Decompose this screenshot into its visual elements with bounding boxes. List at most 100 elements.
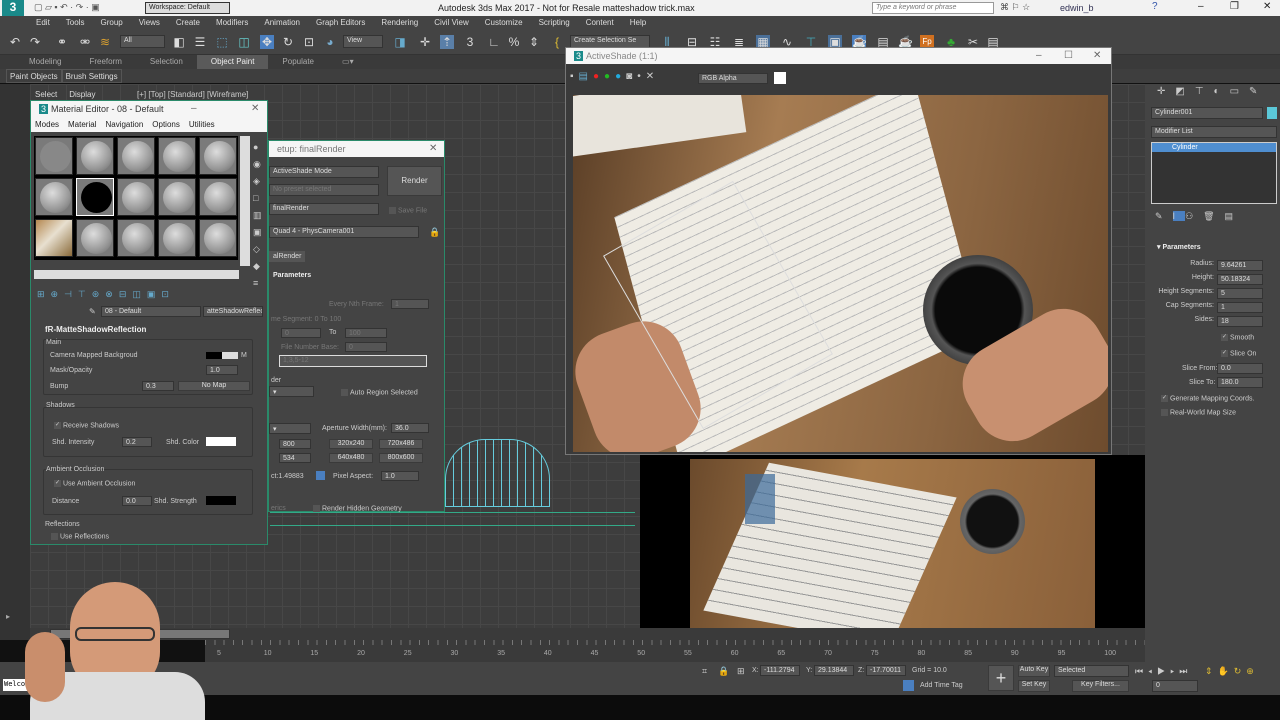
save-file-checkbox[interactable]: Save File xyxy=(389,207,427,214)
menu-content[interactable]: Content xyxy=(578,16,622,30)
copy-image-icon[interactable]: ▤ xyxy=(579,71,593,82)
every-nth-spinner[interactable]: 1 xyxy=(391,299,429,309)
output-size-dropdown[interactable]: ▾ xyxy=(269,423,311,434)
sample-slot[interactable] xyxy=(76,137,114,175)
render-button[interactable]: Render xyxy=(387,166,442,196)
x-coordinate-field[interactable]: -111.2794 xyxy=(760,665,800,676)
select-object-icon[interactable]: ◧ xyxy=(172,35,186,49)
tab-finalrender[interactable]: alRender xyxy=(269,251,306,262)
material-toolbar-icons[interactable]: ⊞⊕⊣⊤⊛⊗⊟◫▣⊡ xyxy=(37,289,175,300)
cap-segments-spinner[interactable]: 1 xyxy=(1217,302,1263,313)
keyboard-shortcut-icon[interactable]: ⇡ xyxy=(440,35,454,49)
modifier-list-dropdown[interactable]: Modifier List xyxy=(1151,126,1277,138)
restore-button[interactable]: ❐ xyxy=(1230,1,1239,12)
height-spinner[interactable]: 50.18324 xyxy=(1217,274,1263,285)
select-manipulate-icon[interactable]: ✛ xyxy=(418,35,432,49)
menu-modes[interactable]: Modes xyxy=(35,120,59,129)
sample-slot[interactable] xyxy=(158,219,196,257)
preset-800x600-button[interactable]: 800x600 xyxy=(379,453,423,463)
z-coordinate-field[interactable]: -17.70011 xyxy=(866,665,906,676)
unlink-icon[interactable]: ⚮ xyxy=(78,35,92,49)
maximize-button[interactable]: ☐ xyxy=(1064,50,1073,61)
menu-help[interactable]: Help xyxy=(622,16,654,30)
rotate-icon[interactable]: ↻ xyxy=(281,35,295,49)
menu-animation[interactable]: Animation xyxy=(256,16,308,30)
sample-slot[interactable] xyxy=(117,137,155,175)
workspace-dropdown[interactable]: Workspace: Default xyxy=(145,2,230,14)
snap-3d-icon[interactable]: 3 xyxy=(463,35,477,49)
playback-controls[interactable]: ⏮◂▶▸⏭ xyxy=(1135,666,1192,677)
sample-vertical-scrollbar[interactable] xyxy=(240,136,250,266)
key-mode-dropdown[interactable]: Selected xyxy=(1054,665,1129,677)
preset-dropdown[interactable]: No preset selected xyxy=(269,184,379,196)
app-logo-icon[interactable]: 3 xyxy=(2,0,24,16)
time-tag-icon[interactable] xyxy=(903,680,914,691)
mask-spinner[interactable]: 1.0 xyxy=(206,365,238,375)
bump-spinner[interactable]: 0.3 xyxy=(142,381,174,391)
pixel-aspect-spinner[interactable]: 1.0 xyxy=(381,471,419,481)
select-tab[interactable]: Select xyxy=(35,90,57,99)
slice-to-spinner[interactable]: 180.0 xyxy=(1217,377,1263,388)
menu-tools[interactable]: Tools xyxy=(58,16,93,30)
rollout-title[interactable]: Parameters xyxy=(273,272,311,279)
strength-color-swatch[interactable] xyxy=(206,496,236,505)
slice-on-checkbox[interactable]: ✓ Slice On xyxy=(1221,350,1256,357)
menu-edit[interactable]: Edit xyxy=(28,16,58,30)
preset-720x486-button[interactable]: 720x486 xyxy=(379,439,423,449)
sides-spinner[interactable]: 18 xyxy=(1217,316,1263,327)
auto-key-button[interactable]: Auto Key xyxy=(1018,665,1050,677)
width-spinner[interactable]: 800 xyxy=(279,439,311,449)
current-frame-spinner[interactable]: 0 xyxy=(1152,680,1198,692)
brush-settings-panel[interactable]: Brush Settings xyxy=(61,69,122,83)
from-spinner[interactable]: 0 xyxy=(281,328,321,338)
sample-slot[interactable] xyxy=(158,178,196,216)
radius-spinner[interactable]: 9.64261 xyxy=(1217,260,1263,271)
absolute-mode-icon[interactable]: ⊞ xyxy=(737,666,745,677)
viewport-nav-icons[interactable]: ⇕✋↻⊕ xyxy=(1205,666,1259,677)
object-color-swatch[interactable] xyxy=(1267,107,1277,119)
tab-selection[interactable]: Selection xyxy=(136,55,197,69)
key-filters-button[interactable]: Key Filters... xyxy=(1072,680,1129,692)
aspect-lock-icon[interactable] xyxy=(316,471,325,480)
use-reflections-checkbox[interactable]: Use Reflections xyxy=(51,533,109,540)
y-coordinate-field[interactable]: 29.13844 xyxy=(814,665,854,676)
generate-mapping-checkbox[interactable]: ✓ Generate Mapping Coords. xyxy=(1161,395,1254,402)
menu-views[interactable]: Views xyxy=(131,16,168,30)
move-icon[interactable]: ✥ xyxy=(260,35,274,49)
mono-icon[interactable]: • xyxy=(637,71,646,82)
object-name-field[interactable]: Cylinder001 xyxy=(1151,107,1263,119)
percent-snap-icon[interactable]: % xyxy=(507,35,521,49)
select-by-name-icon[interactable]: ☰ xyxy=(193,35,207,49)
to-spinner[interactable]: 100 xyxy=(345,328,387,338)
quick-access-icons[interactable]: ▢ ▱ ▪ ↶ · ↷ · ▣ xyxy=(34,2,100,13)
alpha-channel-icon[interactable]: ◙ xyxy=(626,71,637,82)
pivot-icon[interactable]: ◨ xyxy=(393,35,407,49)
use-ao-checkbox[interactable]: ✓ Use Ambient Occlusion xyxy=(54,480,135,487)
slice-from-spinner[interactable]: 0.0 xyxy=(1217,363,1263,374)
lock-icon[interactable]: 🔒 xyxy=(429,227,440,238)
bind-spacewarp-icon[interactable]: ≋ xyxy=(98,35,112,49)
tab-freeform[interactable]: Freeform xyxy=(75,55,135,69)
selection-lock-icon[interactable]: 🔒 xyxy=(718,666,729,677)
red-channel-icon[interactable]: ● xyxy=(593,71,604,82)
preset-320x240-button[interactable]: 320x240 xyxy=(329,439,373,449)
sample-slot[interactable] xyxy=(76,219,114,257)
sample-slot[interactable] xyxy=(35,219,73,257)
close-button[interactable]: ✕ xyxy=(1093,50,1101,61)
add-time-tag-button[interactable]: Add Time Tag xyxy=(920,682,963,689)
sample-slot[interactable] xyxy=(117,219,155,257)
selection-filter-dropdown[interactable]: All xyxy=(120,35,165,48)
rollout-title[interactable]: fR-MatteShadowReflection xyxy=(45,325,146,334)
channel-dropdown[interactable]: RGB Alpha xyxy=(698,73,768,84)
aperture-spinner[interactable]: 36.0 xyxy=(391,423,429,433)
green-channel-icon[interactable]: ● xyxy=(604,71,615,82)
menu-customize[interactable]: Customize xyxy=(477,16,531,30)
timeline-ruler[interactable]: 5 10 15 20 25 30 35 40 45 50 55 60 65 70 75 80 85 90 95 100 xyxy=(205,640,1145,662)
bump-map-button[interactable]: No Map xyxy=(178,381,250,391)
height-spinner[interactable]: 534 xyxy=(279,453,311,463)
rect-selection-icon[interactable]: ⬚ xyxy=(215,35,229,49)
angle-snap-icon[interactable]: ∟ xyxy=(487,35,501,49)
menu-navigation[interactable]: Navigation xyxy=(105,120,143,129)
smooth-checkbox[interactable]: ✓ Smooth xyxy=(1221,334,1254,341)
area-dropdown[interactable]: ▾ xyxy=(269,386,314,397)
